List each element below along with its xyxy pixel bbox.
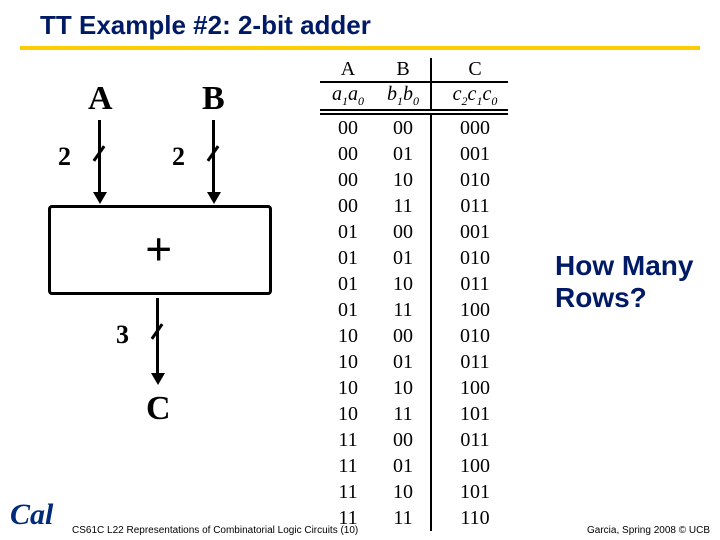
cell-a: 00	[320, 193, 376, 219]
cell-a: 01	[320, 271, 376, 297]
table-row: 1100011	[320, 427, 508, 453]
bus-c-width: 3	[116, 320, 129, 350]
table-rule-2	[320, 109, 508, 111]
arrow-c	[156, 298, 159, 376]
cell-a: 00	[320, 115, 376, 141]
cell-c: 100	[432, 375, 508, 401]
cell-c: 011	[432, 427, 508, 453]
table-row: 0010010	[320, 167, 508, 193]
cell-b: 01	[376, 453, 432, 479]
cell-b: 10	[376, 479, 432, 505]
table-row: 0011011	[320, 193, 508, 219]
table-row: 0111100	[320, 297, 508, 323]
arrowhead-b	[207, 192, 221, 204]
header-a: A	[320, 58, 376, 81]
label-c: C	[146, 390, 171, 428]
cal-logo: Cal	[10, 498, 53, 532]
table-subheader-row: a1a0 b1b0 c2c1c0	[320, 83, 508, 109]
arrowhead-c	[151, 373, 165, 385]
footer-right: Garcia, Spring 2008 © UCB	[587, 525, 710, 536]
bus-b-width: 2	[172, 142, 185, 172]
adder-box: +	[48, 205, 272, 295]
table-row: 0110011	[320, 271, 508, 297]
subheader-c: c2c1c0	[432, 83, 508, 109]
cell-c: 110	[432, 505, 508, 531]
cell-a: 10	[320, 401, 376, 427]
cell-b: 11	[376, 297, 432, 323]
cell-a: 01	[320, 219, 376, 245]
adder-op: +	[145, 222, 172, 277]
slide-title: TT Example #2: 2-bit adder	[40, 10, 371, 41]
table-row: 0101010	[320, 245, 508, 271]
cell-b: 00	[376, 427, 432, 453]
cell-b: 11	[376, 193, 432, 219]
label-b: B	[202, 80, 225, 118]
cell-a: 01	[320, 245, 376, 271]
header-b: B	[376, 58, 432, 81]
table-row: 1000010	[320, 323, 508, 349]
cell-a: 10	[320, 349, 376, 375]
cell-b: 10	[376, 271, 432, 297]
question-text: How Many Rows?	[555, 250, 705, 314]
truth-table: A B C a1a0 b1b0 c2c1c0 00000000001001001…	[320, 58, 508, 531]
table-row: 1010100	[320, 375, 508, 401]
table-body: 0000000000100100100100011011010000101010…	[320, 115, 508, 531]
cell-c: 101	[432, 401, 508, 427]
cell-c: 101	[432, 479, 508, 505]
cell-b: 01	[376, 349, 432, 375]
cell-a: 10	[320, 323, 376, 349]
arrow-a	[98, 120, 101, 195]
cell-c: 010	[432, 245, 508, 271]
cell-c: 001	[432, 141, 508, 167]
bus-a-width: 2	[58, 142, 71, 172]
cell-c: 001	[432, 219, 508, 245]
cell-b: 00	[376, 219, 432, 245]
cell-b: 01	[376, 141, 432, 167]
cell-c: 011	[432, 271, 508, 297]
table-row: 0001001	[320, 141, 508, 167]
subheader-b: b1b0	[376, 83, 432, 109]
cell-a: 01	[320, 297, 376, 323]
cell-a: 00	[320, 141, 376, 167]
cell-c: 011	[432, 349, 508, 375]
subheader-a: a1a0	[320, 83, 376, 109]
cell-a: 10	[320, 375, 376, 401]
cell-c: 100	[432, 453, 508, 479]
cell-c: 100	[432, 297, 508, 323]
cell-b: 11	[376, 401, 432, 427]
table-header-row: A B C	[320, 58, 508, 81]
cell-c: 010	[432, 323, 508, 349]
cell-c: 010	[432, 167, 508, 193]
arrow-b	[212, 120, 215, 195]
adder-diagram: A B 2 2 + 3 C	[40, 80, 290, 480]
table-row: 1001011	[320, 349, 508, 375]
cell-b: 11	[376, 505, 432, 531]
cell-a: 11	[320, 427, 376, 453]
cell-a: 11	[320, 479, 376, 505]
cell-b: 00	[376, 115, 432, 141]
cell-b: 01	[376, 245, 432, 271]
header-c: C	[432, 58, 508, 81]
cell-c: 011	[432, 193, 508, 219]
cell-b: 10	[376, 167, 432, 193]
cell-c: 000	[432, 115, 508, 141]
title-underline	[20, 46, 700, 50]
table-row: 1110101	[320, 479, 508, 505]
table-row: 1101100	[320, 453, 508, 479]
table-row: 0000000	[320, 115, 508, 141]
cell-a: 00	[320, 167, 376, 193]
arrowhead-a	[93, 192, 107, 204]
footer-left: CS61C L22 Representations of Combinatori…	[72, 525, 358, 536]
label-a: A	[88, 80, 113, 118]
cell-a: 11	[320, 453, 376, 479]
cell-b: 00	[376, 323, 432, 349]
cell-b: 10	[376, 375, 432, 401]
table-row: 0100001	[320, 219, 508, 245]
table-row: 1011101	[320, 401, 508, 427]
